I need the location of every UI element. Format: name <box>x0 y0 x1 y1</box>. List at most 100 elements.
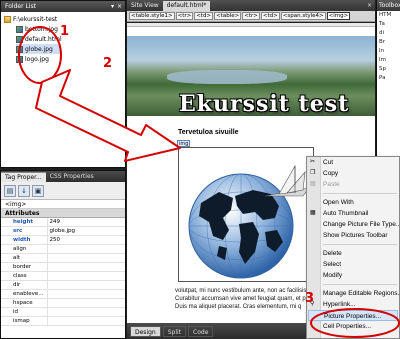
attribute-value[interactable]: 249 <box>46 218 125 227</box>
close-document-icon[interactable]: × <box>367 1 375 11</box>
menu-item[interactable]: ▦ Auto Thumbnail <box>307 208 399 219</box>
tab-default-html[interactable]: default.html* <box>162 1 211 11</box>
tag-crumb[interactable]: <tr> <box>242 12 260 20</box>
toolbox-title: Toolbox <box>377 0 400 11</box>
attribute-row[interactable]: align <box>1 244 125 254</box>
menu-item[interactable]: ❐ Copy <box>307 168 399 179</box>
attribute-name: src <box>1 226 47 236</box>
menu-item[interactable]: Select <box>307 259 399 270</box>
folder-root[interactable]: F:\ekurssit-test <box>4 14 122 24</box>
toolbox-item[interactable]: HTM <box>377 11 400 20</box>
toolbox-item[interactable]: Sp <box>377 65 400 74</box>
globe-picture[interactable] <box>178 147 314 282</box>
toolbox-item[interactable]: Im <box>377 56 400 65</box>
menu-item[interactable]: ✂ Cut <box>307 157 399 168</box>
attribute-value[interactable] <box>46 280 125 290</box>
menu-item-label: Select <box>323 261 342 268</box>
attribute-row[interactable]: enableve... <box>1 289 125 299</box>
categorized-view-icon[interactable]: ▤ <box>4 184 16 197</box>
image-file-icon <box>16 25 23 33</box>
attribute-row[interactable]: border <box>1 262 125 272</box>
pin-icon[interactable]: ▾ <box>111 1 114 12</box>
menu-item[interactable]: Cell Properties... <box>307 321 399 332</box>
toolbox-item[interactable]: Br <box>377 38 400 47</box>
attribute-value[interactable]: 250 <box>46 235 125 245</box>
toolbox-item[interactable]: Pa <box>377 74 400 83</box>
tag-crumb[interactable]: <img> <box>326 12 351 20</box>
folder-item[interactable]: logo.jpg <box>16 54 122 64</box>
attribute-name: enableve... <box>1 289 47 299</box>
menu-item[interactable]: Modify <box>307 270 399 281</box>
attribute-value[interactable] <box>46 244 125 254</box>
tab-css-properties[interactable]: CSS Properties <box>46 172 98 182</box>
menu-item[interactable]: Show Pictures Toolbar <box>307 230 399 241</box>
menu-item[interactable]: Picture Properties... <box>308 310 398 321</box>
attribute-row[interactable]: dir <box>1 280 125 290</box>
folder-tree: F:\ekurssit-test bottom.jpg default.html… <box>1 12 125 66</box>
folder-item-selected[interactable]: globe.jpg <box>16 44 61 54</box>
attribute-row[interactable]: ismap <box>1 316 125 326</box>
context-menu: ✂ Cut ❐ Copy ▤ Paste Open With ▦ Auto Thumbnail C… <box>306 156 400 339</box>
toolbox-list: HTM Ta di Br In Im Sp Pa <box>377 11 400 83</box>
attribute-row[interactable]: height 249 <box>1 218 125 227</box>
toolbox-item[interactable]: di <box>377 29 400 38</box>
attribute-value[interactable] <box>46 298 125 308</box>
sort-az-icon[interactable]: ↓ <box>18 184 30 197</box>
folder-item[interactable]: bottom.jpg <box>16 24 122 34</box>
attribute-row[interactable]: src globe.jpg <box>1 226 125 236</box>
menu-item-label: Copy <box>323 170 339 177</box>
attribute-value[interactable] <box>46 316 125 326</box>
toolbox-item[interactable]: Ta <box>377 20 400 29</box>
cut-icon: ✂ <box>310 159 316 165</box>
toolbox-item[interactable]: In <box>377 47 400 56</box>
attribute-name: align <box>1 244 47 254</box>
menu-item-label: Modify <box>323 272 343 279</box>
attribute-name: id <box>1 307 47 317</box>
attribute-value[interactable] <box>46 307 125 317</box>
attribute-name: width <box>1 235 47 245</box>
folder-item-label: globe.jpg <box>25 45 53 53</box>
body-paragraph: volutpat, mi nunc vestibulum ante, non a… <box>175 288 324 310</box>
attribute-value[interactable] <box>46 289 125 299</box>
menu-item-label: Auto Thumbnail <box>323 210 369 217</box>
menu-item[interactable]: Delete <box>307 248 399 259</box>
attribute-row[interactable]: width 250 <box>1 235 125 245</box>
folder-list-title: Folder List <box>5 3 36 10</box>
attributes-header[interactable]: Attributes <box>1 209 125 218</box>
tab-tag-properties[interactable]: Tag Proper... <box>1 172 46 182</box>
menu-item[interactable]: Change Picture File Type... <box>307 219 400 230</box>
img-tag-label: img <box>177 140 191 147</box>
attribute-value[interactable] <box>46 262 125 272</box>
menu-item[interactable]: Open With <box>307 197 399 208</box>
folder-item-label: default.html <box>25 35 62 43</box>
tab-site-view[interactable]: Site View <box>127 1 163 11</box>
tag-crumb[interactable]: <table.style1> <box>129 12 175 20</box>
thumbnail-icon: ▦ <box>310 210 316 216</box>
attribute-value[interactable] <box>46 253 125 263</box>
attribute-name: hspace <box>1 298 47 308</box>
folder-item[interactable]: default.html <box>16 34 122 44</box>
tag-crumb[interactable]: <table> <box>214 12 242 20</box>
attribute-row[interactable]: alt <box>1 253 125 263</box>
tag-crumb[interactable]: <td> <box>194 12 214 20</box>
menu-separator <box>323 284 397 285</box>
menu-item[interactable]: ▤ Paste <box>307 179 399 190</box>
code-view-button[interactable]: Code <box>188 325 214 337</box>
site-banner-image: Ekurssit test <box>127 36 375 117</box>
tag-crumb[interactable]: <span.style4> <box>280 12 326 20</box>
attribute-row[interactable]: id <box>1 307 125 317</box>
menu-item[interactable]: Manage Editable Regions... <box>307 288 400 299</box>
attribute-name: dir <box>1 280 47 290</box>
tag-crumb[interactable]: <td> <box>260 12 280 20</box>
close-icon[interactable]: × <box>117 1 122 12</box>
split-view-button[interactable]: Split <box>162 325 187 337</box>
design-view-button[interactable]: Design <box>130 325 161 337</box>
horizontal-ruler <box>127 23 375 27</box>
attribute-value[interactable]: globe.jpg <box>46 226 125 236</box>
attribute-row[interactable]: hspace <box>1 298 125 308</box>
attribute-row[interactable]: class <box>1 271 125 281</box>
show-set-properties-icon[interactable]: ▣ <box>32 184 44 197</box>
tag-crumb[interactable]: <tr> <box>175 12 194 20</box>
attribute-value[interactable] <box>46 271 125 281</box>
menu-item[interactable]: ⚲ Hyperlink... <box>307 299 399 310</box>
